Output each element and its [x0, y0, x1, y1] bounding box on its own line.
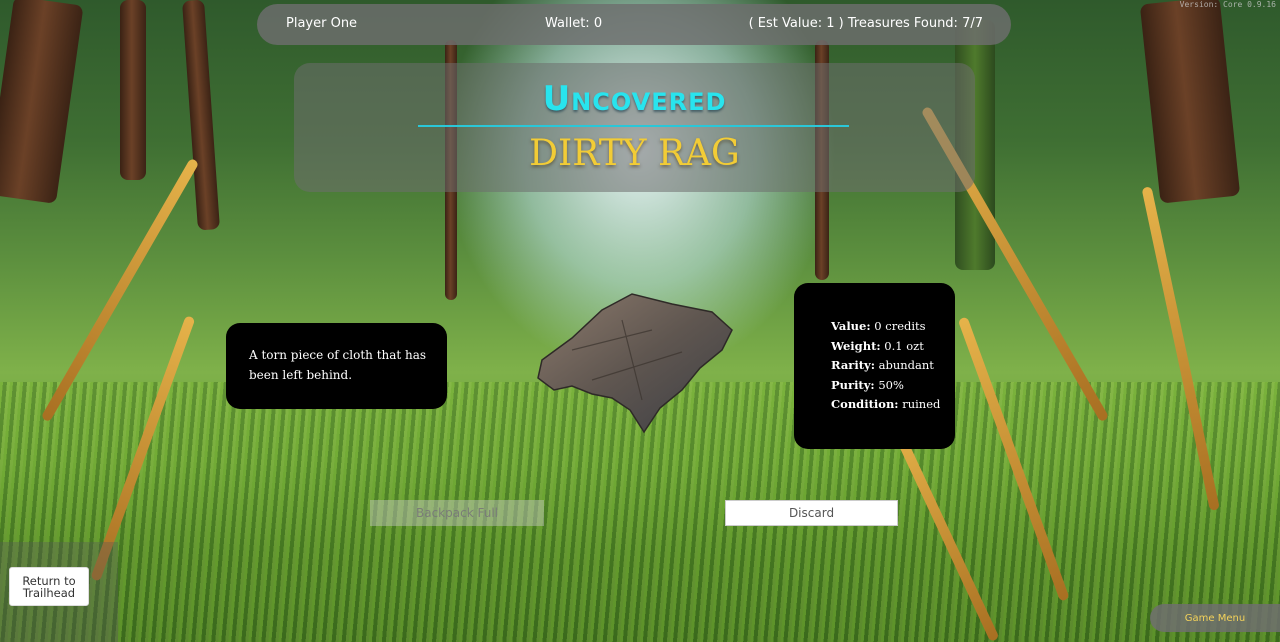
player-name: Player One — [286, 16, 358, 31]
return-to-trailhead-button[interactable]: Return to Trailhead — [9, 567, 89, 606]
version-label: Version: Core 0.9.16 — [1179, 0, 1276, 9]
banner-title: Uncovered — [542, 79, 727, 119]
discard-button[interactable]: Discard — [725, 500, 898, 526]
item-description-card: A torn piece of cloth that has been left… — [226, 323, 447, 409]
wallet-display: Wallet: 0 — [545, 16, 603, 31]
stat-row: Value: 0 credits — [831, 319, 926, 333]
stat-row: Rarity: abundant — [831, 358, 934, 372]
backpack-button[interactable]: Backpack Full — [370, 500, 544, 526]
item-description: A torn piece of cloth that has been left… — [249, 348, 427, 382]
dirty-rag-icon — [537, 293, 733, 434]
uncovered-banner: Uncovered DIRTY RAG — [294, 63, 975, 192]
item-stats-card: Value: 0 credits Weight: 0.1 ozt Rarity:… — [794, 283, 955, 449]
treasure-summary: ( Est Value: 1 ) Treasures Found: 7/7 — [748, 16, 983, 31]
game-menu-button[interactable]: Game Menu — [1150, 604, 1280, 632]
stat-row: Purity: 50% — [831, 377, 904, 392]
stat-row: Condition: ruined — [831, 397, 941, 411]
item-name: DIRTY RAG — [529, 133, 740, 174]
hud-bar: Player One Wallet: 0 ( Est Value: 1 ) Tr… — [257, 4, 1011, 45]
stat-row: Weight: 0.1 ozt — [831, 338, 924, 353]
banner-divider — [418, 125, 849, 127]
